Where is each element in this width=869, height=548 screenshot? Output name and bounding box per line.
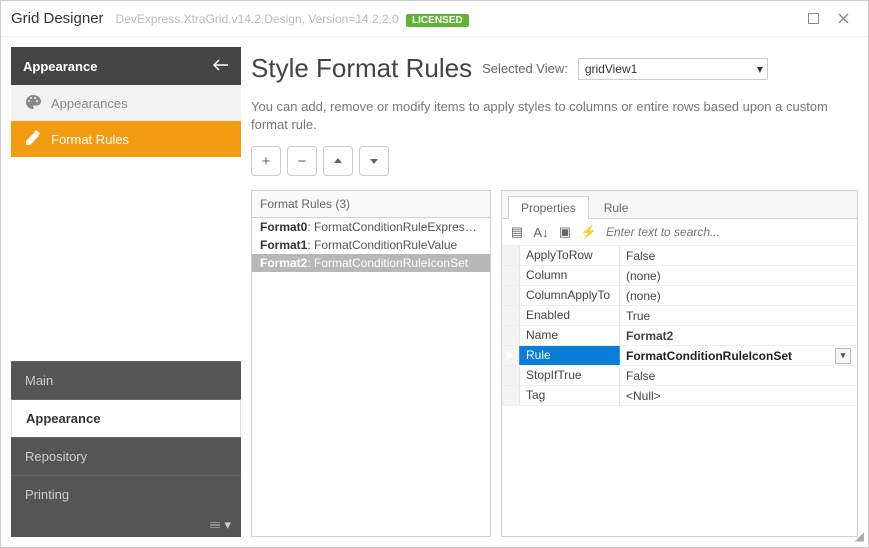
property-row[interactable]: Column (none) (502, 266, 857, 286)
sidebar-item-appearances[interactable]: Appearances (11, 85, 241, 121)
property-row[interactable]: ApplyToRow False (502, 246, 857, 266)
tab-properties[interactable]: Properties (508, 196, 589, 219)
nav-repository[interactable]: Repository (11, 437, 241, 475)
nav-overflow[interactable]: ▾ (11, 513, 241, 537)
tab-rule[interactable]: Rule (591, 196, 642, 219)
alphabetical-icon[interactable]: A↓ (532, 223, 550, 241)
properties-panel: Properties Rule ▤ A↓ ▣ ⚡ ApplyToRow (501, 190, 858, 537)
format-rule-row[interactable]: Format2: FormatConditionRuleIconSet (252, 254, 490, 272)
maximize-button[interactable] (798, 4, 828, 34)
format-rules-title: Format Rules (3) (252, 191, 490, 218)
back-icon[interactable] (213, 59, 229, 74)
nav-appearance[interactable]: Appearance (11, 399, 241, 437)
format-rule-row[interactable]: Format1: FormatConditionRuleValue (252, 236, 490, 254)
property-row[interactable]: Name Format2 (502, 326, 857, 346)
sidebar: Appearance Appearances Format Rules (11, 47, 241, 537)
move-down-button[interactable] (359, 146, 389, 176)
page-description: You can add, remove or modify items to a… (251, 98, 858, 134)
remove-button[interactable]: − (287, 146, 317, 176)
close-button[interactable] (828, 4, 858, 34)
edit-icon (25, 130, 41, 149)
palette-icon (25, 94, 41, 113)
selected-view-combo[interactable]: gridView1 ▾ (578, 58, 768, 80)
move-up-button[interactable] (323, 146, 353, 176)
sidebar-item-format-rules[interactable]: Format Rules (11, 121, 241, 157)
license-badge: LICENSED (406, 14, 469, 27)
selected-view-label: Selected View: (482, 61, 568, 76)
sidebar-header: Appearance (11, 47, 241, 85)
dropdown-button[interactable]: ▾ (835, 348, 851, 364)
events-icon[interactable]: ⚡ (580, 223, 598, 241)
main-panel: Style Format Rules Selected View: gridVi… (251, 47, 858, 537)
window-title: Grid Designer (11, 10, 104, 27)
property-row[interactable]: Enabled True (502, 306, 857, 326)
sidebar-item-label: Format Rules (51, 132, 129, 147)
property-search-input[interactable] (604, 224, 851, 240)
property-row[interactable]: Tag <Null> (502, 386, 857, 406)
format-rules-panel: Format Rules (3) Format0: FormatConditio… (251, 190, 491, 537)
property-row[interactable]: ▶ Rule FormatConditionRuleIconSet ▾ (502, 346, 857, 366)
format-rule-row[interactable]: Format0: FormatConditionRuleExpression (252, 218, 490, 236)
categorized-icon[interactable]: ▤ (508, 223, 526, 241)
sidebar-item-label: Appearances (51, 96, 128, 111)
property-row[interactable]: StopIfTrue False (502, 366, 857, 386)
property-pages-icon[interactable]: ▣ (556, 223, 574, 241)
expand-icon[interactable]: ▶ (502, 346, 520, 365)
add-button[interactable]: + (251, 146, 281, 176)
nav-printing[interactable]: Printing (11, 475, 241, 513)
chevron-down-icon: ▾ (757, 62, 763, 76)
property-row[interactable]: ColumnApplyTo (none) (502, 286, 857, 306)
window-subtitle: DevExpress.XtraGrid.v14.2.Design, Versio… (116, 12, 798, 26)
nav-main[interactable]: Main (11, 361, 241, 399)
resize-grip[interactable]: ◢ (855, 529, 864, 543)
page-title: Style Format Rules (251, 53, 472, 84)
